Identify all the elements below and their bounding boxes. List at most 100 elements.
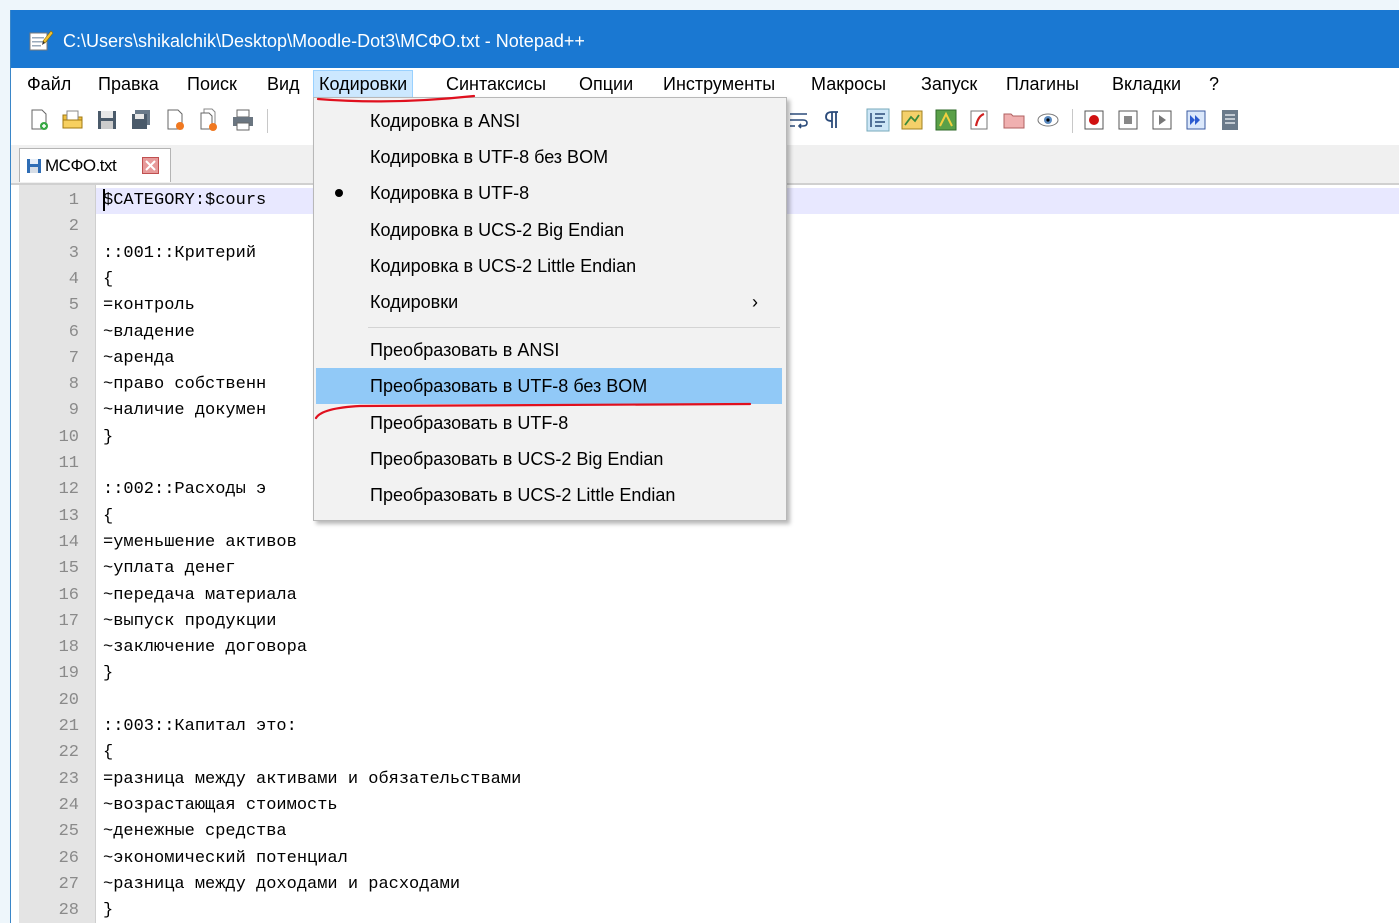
menu-edit[interactable]: Правка (93, 71, 164, 98)
line-number: 3 (68, 243, 79, 263)
line-number: 2 (68, 217, 79, 237)
line-number: 8 (68, 375, 79, 395)
menu-item-label: Кодировка в UCS-2 Big Endian (370, 220, 625, 240)
menu-item-encode-ucs2-le[interactable]: Кодировка в UCS-2 Little Endian (316, 248, 782, 284)
menu-item-label: Преобразовать в ANSI (370, 340, 560, 360)
code-line: ~разница между доходами и расходами (103, 874, 461, 894)
line-number: 13 (58, 506, 79, 526)
menu-search[interactable]: Поиск (182, 71, 242, 98)
menu-options[interactable]: Опции (574, 71, 638, 98)
folder-icon[interactable] (1002, 108, 1026, 132)
open-file-icon[interactable] (61, 108, 85, 132)
menu-plugins[interactable]: Плагины (1001, 71, 1084, 98)
window-title: C:\Users\shikalchik\Desktop\Moodle-Dot3\… (63, 31, 585, 51)
menu-item-convert-ucs2-le[interactable]: Преобразовать в UCS-2 Little Endian (316, 477, 782, 513)
indent-guide-icon[interactable] (866, 108, 890, 132)
show-all-chars-icon[interactable] (821, 108, 845, 132)
macro-save-icon[interactable] (1218, 108, 1242, 132)
code-line: =контроль (103, 296, 195, 316)
code-line: } (103, 901, 114, 921)
line-number: 11 (58, 454, 79, 473)
menu-encoding[interactable]: Кодировки (313, 70, 414, 99)
title-bar: C:\Users\shikalchik\Desktop\Moodle-Dot3\… (11, 10, 1399, 68)
menu-item-label: Преобразовать в UTF-8 без BOM (370, 376, 648, 396)
notepadpp-app-icon (29, 30, 53, 51)
save-all-icon[interactable] (129, 108, 153, 132)
menu-item-label: Преобразовать в UTF-8 (370, 413, 569, 433)
code-line: =уменьшение активов (103, 532, 297, 552)
menu-item-encode-utf8-no-bom[interactable]: Кодировка в UTF-8 без BOM (316, 139, 782, 175)
tab-msfo[interactable]: МСФО.txt (19, 148, 171, 182)
close-all-icon[interactable] (197, 108, 221, 132)
line-number: 24 (58, 795, 79, 815)
line-number: 10 (58, 427, 79, 447)
code-line: { (103, 506, 114, 526)
line-number: 16 (58, 585, 79, 605)
print-icon[interactable] (231, 108, 255, 132)
code-line: ~аренда (103, 348, 175, 368)
wrap-icon[interactable] (787, 108, 811, 132)
menu-file[interactable]: Файл (22, 71, 76, 98)
menu-macros[interactable]: Макросы (806, 71, 891, 98)
folder-workspace-icon[interactable] (968, 108, 992, 132)
line-number: 22 (58, 743, 79, 763)
menu-item-convert-ansi[interactable]: Преобразовать в ANSI (316, 332, 782, 368)
line-number: 25 (58, 822, 79, 842)
menu-tabs[interactable]: Вкладки (1107, 71, 1186, 98)
menu-run[interactable]: Запуск (916, 71, 982, 98)
code-line: ~передача материала (103, 585, 297, 605)
menu-tools[interactable]: Инструменты (658, 71, 780, 98)
macro-stop-icon[interactable] (1116, 108, 1140, 132)
line-number: 26 (58, 848, 79, 868)
menu-item-encode-ansi[interactable]: Кодировка в ANSI (316, 103, 782, 139)
code-line: $CATEGORY:$cours (103, 191, 267, 210)
encoding-dropdown-menu: Кодировка в ANSI Кодировка в UTF-8 без B… (313, 97, 787, 521)
menu-item-label: Преобразовать в UCS-2 Little Endian (370, 485, 676, 505)
doc-map-icon[interactable] (900, 108, 924, 132)
menu-item-label: Кодировка в UCS-2 Little Endian (370, 256, 637, 276)
menu-help[interactable]: ? (1204, 71, 1224, 98)
toolbar-separator (267, 109, 268, 133)
macro-run-multiple-icon[interactable] (1184, 108, 1208, 132)
code-line: } (103, 427, 114, 447)
submenu-arrow-icon: › (752, 292, 758, 312)
menu-item-encode-ucs2-be[interactable]: Кодировка в UCS-2 Big Endian (316, 212, 782, 248)
line-number-gutter: 1 2 3 4 5 6 7 8 9 10 11 12 13 14 15 16 17 18 19 20 21 22 23 24 2… (19, 185, 96, 923)
code-line: ~выпуск продукции (103, 611, 277, 631)
code-line: ~экономический потенциал (103, 848, 348, 868)
new-file-icon[interactable] (27, 108, 51, 132)
menu-item-encodings-submenu[interactable]: Кодировки › (316, 284, 782, 320)
menu-view[interactable]: Вид (262, 71, 305, 98)
code-line: ~уплата денег (103, 559, 236, 579)
menu-item-convert-utf8[interactable]: Преобразовать в UTF-8 (316, 405, 782, 441)
code-line: ~владение (103, 322, 195, 342)
macro-play-icon[interactable] (1150, 108, 1174, 132)
line-number: 28 (58, 901, 79, 921)
menu-item-label: Кодировки (370, 292, 459, 312)
monitoring-icon[interactable] (1036, 108, 1060, 132)
menu-item-label: Кодировка в UTF-8 без BOM (370, 147, 609, 167)
line-number: 17 (58, 611, 79, 631)
code-line: ::001::Критерий (103, 243, 257, 263)
menu-syntax[interactable]: Синтаксисы (441, 71, 551, 98)
code-line: } (103, 664, 114, 684)
code-line: ~возрастающая стоимость (103, 795, 338, 815)
code-line: =разница между активами и обязательствам… (103, 769, 522, 789)
line-number: 15 (58, 559, 79, 579)
macro-record-icon[interactable] (1082, 108, 1106, 132)
menu-item-label: Кодировка в UTF-8 (370, 183, 530, 203)
line-number: 18 (58, 638, 79, 658)
code-line: ::003::Капитал это: (103, 717, 297, 736)
menu-item-convert-ucs2-be[interactable]: Преобразовать в UCS-2 Big Endian (316, 441, 782, 477)
line-number: 7 (68, 348, 79, 368)
code-line: ~заключение договора (103, 638, 308, 658)
save-icon[interactable] (95, 108, 119, 132)
function-list-icon[interactable] (934, 108, 958, 132)
code-line: { (103, 743, 114, 763)
code-line: ~право собственн (103, 375, 267, 395)
close-icon[interactable] (163, 108, 187, 132)
menu-item-encode-utf8[interactable]: Кодировка в UTF-8 (316, 175, 782, 211)
menu-item-convert-utf8-no-bom[interactable]: Преобразовать в UTF-8 без BOM (316, 368, 782, 404)
code-line: ~наличие докумен (103, 401, 267, 421)
tab-close-icon[interactable] (142, 157, 159, 174)
